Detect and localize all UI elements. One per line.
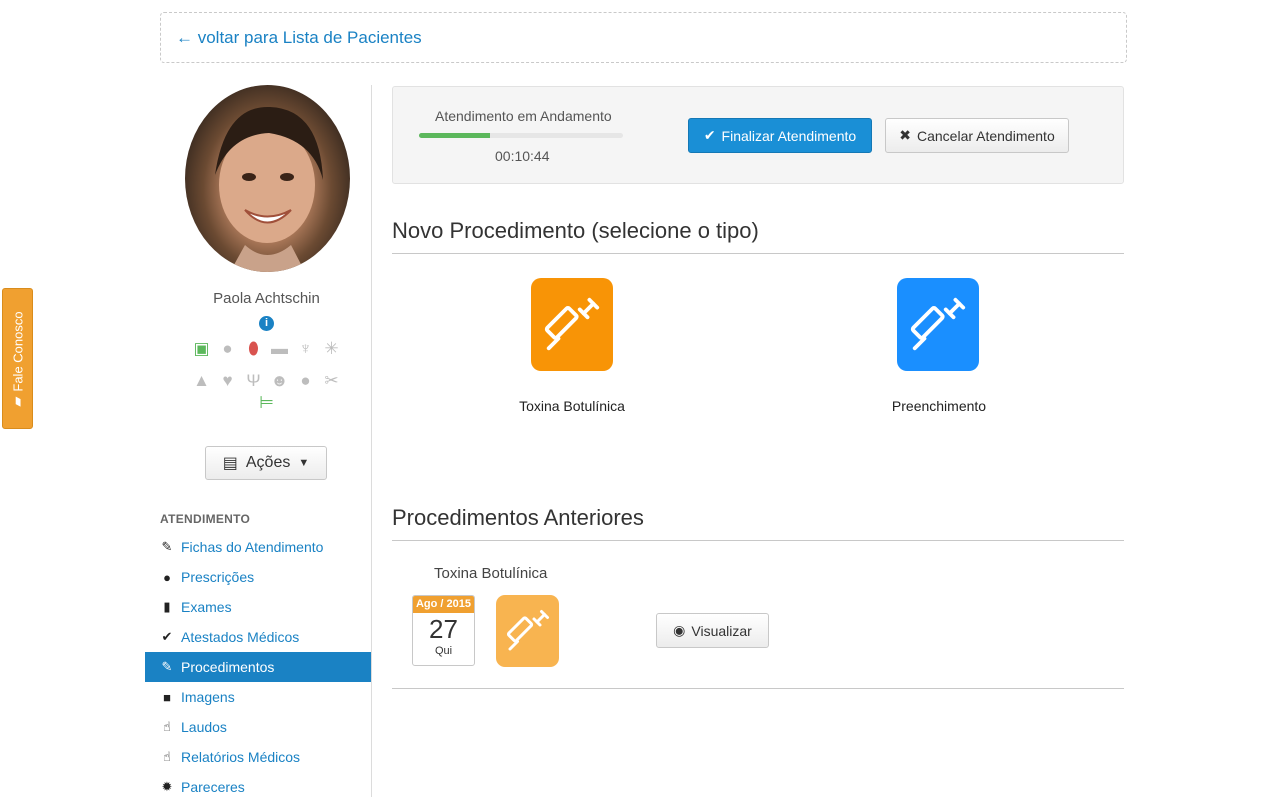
nav-item-label: Prescrições <box>181 569 255 585</box>
previous-procedure-tile <box>496 595 559 667</box>
nav-item-label: Fichas do Atendimento <box>181 539 324 555</box>
info-icon[interactable]: i <box>259 316 274 331</box>
nav-item-label: Procedimentos <box>181 659 275 675</box>
back-to-patient-list-link[interactable]: ← voltar para Lista de Pacientes <box>176 28 422 48</box>
section-divider <box>392 688 1124 689</box>
caret-down-icon: ▼ <box>298 457 310 469</box>
camera-icon: ■ <box>163 689 171 705</box>
nav-item-label: Relatórios Médicos <box>181 749 301 765</box>
patient-name: Paola Achtschin <box>213 290 320 307</box>
feedback-label: Fale Conosco <box>10 310 25 392</box>
check-icon: ✔ <box>703 127 716 143</box>
view-procedure-button[interactable]: ◉ Visualizar <box>656 613 769 648</box>
megaphone-icon: ▰ <box>9 396 25 407</box>
nav-item-label: Atestados Médicos <box>181 629 300 645</box>
cancel-session-button[interactable]: ✖ Cancelar Atendimento <box>885 118 1069 153</box>
session-timer: 00:10:44 <box>495 148 550 164</box>
previous-procedure-name: Toxina Botulínica <box>434 565 548 582</box>
section-divider <box>392 540 1124 541</box>
habit-icons-row-3: ⊨ <box>145 393 388 413</box>
session-progress-fill <box>419 133 491 138</box>
nav-item-pareceres[interactable]: ✹ Pareceres <box>145 772 371 797</box>
sidebar: Paola Achtschin i ▣ ● ⬮ ▬ ♆ ✳ ▲ ♥ Ψ ☻ ● … <box>145 85 371 797</box>
finalize-label: Finalizar Atendimento <box>721 127 857 144</box>
graduation-cap-icon[interactable]: ▲ <box>192 371 212 391</box>
nav-item-atestados[interactable]: ✔ Atestados Médicos <box>145 622 371 652</box>
session-progress <box>419 133 623 138</box>
finalize-session-button[interactable]: ✔ Finalizar Atendimento <box>688 118 872 153</box>
thumbs-up-icon: ☝ <box>163 719 171 734</box>
bed-icon[interactable]: ⊨ <box>257 393 277 413</box>
section-divider <box>392 253 1124 254</box>
nav-list: ✎ Fichas do Atendimento ● Prescrições ▮ Exa… <box>145 532 371 797</box>
procedure-type-toxina-tile[interactable] <box>531 278 613 371</box>
cannabis-leaf-icon[interactable]: ✳ <box>322 339 342 359</box>
feedback-tab[interactable]: ▰ Fale Conosco <box>2 288 33 429</box>
smiley-icon[interactable]: ☻ <box>270 371 290 391</box>
nav-item-label: Pareceres <box>181 779 245 795</box>
new-procedure-title: Novo Procedimento (selecione o tipo) <box>392 218 759 243</box>
thumbs-up-icon: ☝ <box>163 749 171 764</box>
view-label: Visualizar <box>691 622 752 639</box>
wine-glass-icon[interactable]: ♆ <box>296 339 316 359</box>
nav-header: ATENDIMENTO <box>160 512 251 526</box>
heart-icon[interactable]: ♥ <box>218 371 238 391</box>
syringe-icon <box>506 610 549 651</box>
previous-procedure-date: Ago / 2015 27 Qui <box>412 595 475 666</box>
scale-icon[interactable]: ▣ <box>192 339 212 359</box>
nav-item-exames[interactable]: ▮ Exames <box>145 592 371 622</box>
actions-label: Ações <box>245 454 291 471</box>
nav-item-laudos[interactable]: ☝ Laudos <box>145 712 371 742</box>
list-icon: ▤ <box>222 455 238 472</box>
previous-procedures-title: Procedimentos Anteriores <box>392 505 644 530</box>
procedure-type-preenchimento-label[interactable]: Preenchimento <box>869 398 1009 414</box>
syringe-icon <box>544 297 600 350</box>
drop-icon: ● <box>163 569 171 585</box>
session-panel: Atendimento em Andamento 00:10:44 ✔ Fina… <box>392 86 1124 184</box>
nav-item-fichas[interactable]: ✎ Fichas do Atendimento <box>145 532 371 562</box>
nav-item-relatorios[interactable]: ☝ Relatórios Médicos <box>145 742 371 772</box>
habit-icons-row-1: ▣ ● ⬮ ▬ ♆ ✳ <box>145 339 388 359</box>
nav-item-label: Laudos <box>181 719 227 735</box>
actions-dropdown-button[interactable]: ▤ Ações ▼ <box>205 446 327 480</box>
pencil-icon: ✎ <box>161 539 173 554</box>
scissors-icon[interactable]: ✂ <box>322 371 342 391</box>
certificate-icon: ✹ <box>161 779 173 794</box>
nav-item-prescricoes[interactable]: ● Prescrições <box>145 562 371 592</box>
psi-icon[interactable]: Ψ <box>244 371 264 391</box>
close-icon: ✖ <box>899 127 911 143</box>
cancel-label: Cancelar Atendimento <box>916 127 1055 144</box>
bomb-icon[interactable]: ● <box>218 339 238 359</box>
syringe-icon <box>910 297 966 350</box>
avatar-photo <box>215 106 323 272</box>
wrench-icon: ✎ <box>161 659 173 674</box>
date-weekday: Qui <box>434 645 453 657</box>
nav-item-procedimentos[interactable]: ✎ Procedimentos <box>145 652 371 682</box>
back-box: ← voltar para Lista de Pacientes <box>160 12 1127 63</box>
avatar <box>185 85 350 272</box>
cigarette-icon[interactable]: ▬ <box>270 339 290 359</box>
procedure-type-toxina-label[interactable]: Toxina Botulínica <box>502 398 642 414</box>
sidebar-divider <box>371 85 372 797</box>
nav-item-label: Imagens <box>181 689 235 705</box>
session-status: Atendimento em Andamento <box>435 108 612 124</box>
eye-icon: ◉ <box>673 622 686 638</box>
nav-item-label: Exames <box>181 599 232 615</box>
date-month: Ago / 2015 <box>413 596 474 613</box>
habit-icons-row-2: ▲ ♥ Ψ ☻ ● ✂ <box>145 371 388 391</box>
check-icon: ✔ <box>161 629 173 644</box>
date-day: 27 <box>429 614 458 644</box>
apple-icon[interactable]: ● <box>296 371 316 391</box>
nav-item-imagens[interactable]: ■ Imagens <box>145 682 371 712</box>
pill-icon[interactable]: ⬮ <box>244 339 264 359</box>
procedure-type-preenchimento-tile[interactable] <box>897 278 979 371</box>
signal-icon: ▮ <box>163 599 171 614</box>
